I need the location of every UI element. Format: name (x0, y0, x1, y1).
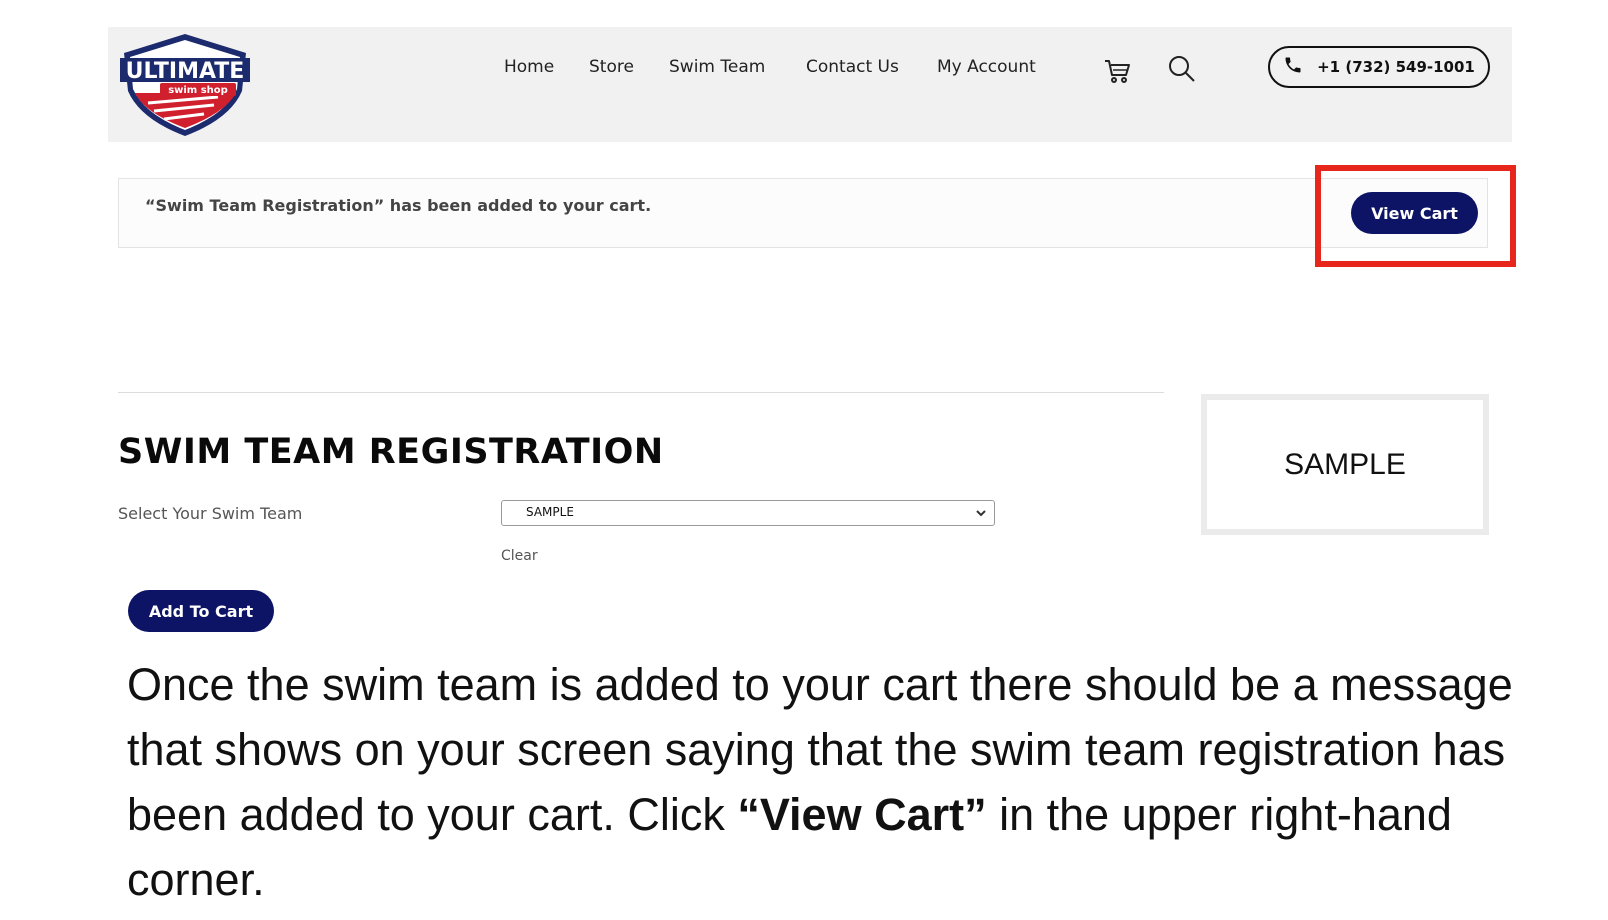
section-divider (118, 392, 1164, 393)
nav-swim-team[interactable]: Swim Team (669, 57, 765, 77)
phone-number: +1 (732) 549-1001 (1317, 58, 1475, 76)
swim-team-select[interactable]: SAMPLE (501, 500, 995, 526)
cart-notice-message: “Swim Team Registration” has been added … (145, 196, 652, 215)
phone-icon (1283, 55, 1303, 79)
chevron-down-icon (974, 505, 988, 524)
product-image: SAMPLE (1201, 394, 1489, 535)
nav-contact-us[interactable]: Contact Us (806, 57, 899, 77)
nav-store[interactable]: Store (589, 57, 634, 77)
add-to-cart-button[interactable]: Add To Cart (128, 590, 274, 632)
product-title: SWIM TEAM REGISTRATION (118, 432, 664, 472)
site-header: ★ ★ ★ ULTIMATE swim shop Home Store Swim… (108, 27, 1512, 142)
swim-team-selected-value: SAMPLE (526, 505, 574, 519)
nav-my-account[interactable]: My Account (937, 57, 1036, 77)
instruction-text: Once the swim team is added to your cart… (127, 652, 1527, 912)
cart-notice: “Swim Team Registration” has been added … (118, 178, 1488, 248)
view-cart-button[interactable]: View Cart (1351, 192, 1478, 234)
swim-team-field-label: Select Your Swim Team (118, 504, 303, 523)
cart-icon[interactable] (1103, 57, 1131, 89)
phone-button[interactable]: +1 (732) 549-1001 (1268, 46, 1490, 88)
clear-selection-link[interactable]: Clear (501, 548, 538, 564)
search-icon[interactable] (1168, 55, 1196, 87)
instruction-emphasis: “View Cart” (737, 789, 987, 840)
nav-home[interactable]: Home (504, 57, 554, 77)
